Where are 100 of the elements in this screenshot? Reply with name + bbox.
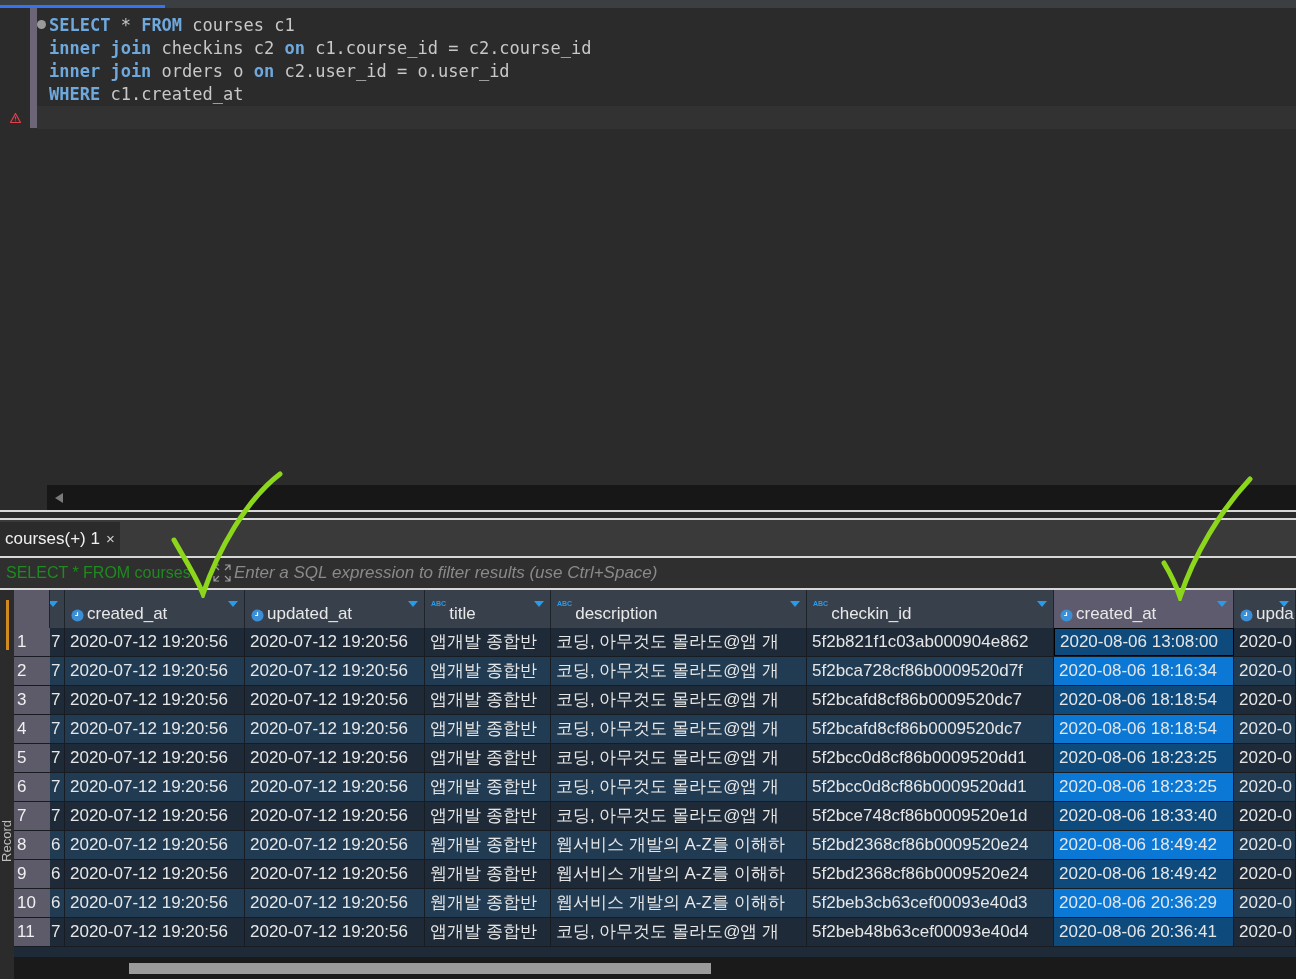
table-cell[interactable]: 6 [50, 889, 65, 917]
table-cell[interactable]: 2020-0 [1234, 657, 1296, 685]
fold-icon[interactable] [37, 20, 46, 29]
table-cell[interactable]: 2020-07-12 19:20:56 [245, 628, 425, 656]
column-header[interactable]: upda [1234, 590, 1296, 628]
column-header[interactable]: updated_at [245, 590, 425, 628]
dropdown-caret-icon[interactable] [408, 601, 418, 607]
dropdown-caret-icon[interactable] [534, 601, 544, 607]
table-cell[interactable]: 6 [50, 860, 65, 888]
table-cell[interactable]: 2020-07-12 19:20:56 [245, 802, 425, 830]
table-cell[interactable]: 2020-07-12 19:20:56 [65, 831, 245, 859]
table-cell[interactable]: 앱개발 종합반 [425, 686, 551, 714]
table-cell[interactable]: 2020-08-06 18:23:25 [1054, 744, 1234, 772]
table-cell[interactable]: 코딩, 아무것도 몰라도@앱 개 [551, 918, 807, 946]
table-cell[interactable]: 앱개발 종합반 [425, 628, 551, 656]
close-icon[interactable]: × [105, 527, 115, 551]
table-cell[interactable]: 6 [50, 831, 65, 859]
table-cell[interactable]: 웹서비스 개발의 A-Z를 이해하 [551, 860, 807, 888]
table-cell[interactable]: 7 [50, 918, 65, 946]
table-cell[interactable]: 2020-08-06 18:18:54 [1054, 715, 1234, 743]
result-tab[interactable]: courses(+) 1 × [0, 522, 120, 556]
corner-header[interactable] [14, 590, 50, 628]
table-cell[interactable]: 앱개발 종합반 [425, 802, 551, 830]
panel-splitter[interactable] [0, 510, 1296, 520]
row-number[interactable]: 10 [14, 889, 50, 917]
side-label[interactable]: Record [0, 820, 14, 862]
table-cell[interactable]: 2020-08-06 18:49:42 [1054, 831, 1234, 859]
table-cell[interactable]: 코딩, 아무것도 몰라도@앱 개 [551, 744, 807, 772]
row-number[interactable]: 8 [14, 831, 50, 859]
row-number[interactable]: 1 [14, 628, 50, 656]
row-number[interactable]: 2 [14, 657, 50, 685]
horizontal-scrollbar[interactable] [47, 485, 1296, 510]
dropdown-caret-icon[interactable] [790, 601, 800, 607]
table-cell[interactable]: 2020-07-12 19:20:56 [245, 889, 425, 917]
row-number[interactable]: 5 [14, 744, 50, 772]
scroll-left-icon[interactable] [55, 492, 63, 503]
table-cell[interactable]: 2020-0 [1234, 715, 1296, 743]
table-cell[interactable]: 웹개발 종합반 [425, 831, 551, 859]
dropdown-caret-icon[interactable] [1037, 601, 1047, 607]
table-cell[interactable]: 2020-0 [1234, 744, 1296, 772]
table-cell[interactable]: 7 [50, 657, 65, 685]
table-cell[interactable]: 7 [50, 802, 65, 830]
table-cell[interactable]: 코딩, 아무것도 몰라도@앱 개 [551, 657, 807, 685]
table-cell[interactable]: 2020-0 [1234, 918, 1296, 946]
table-cell[interactable]: 2020-07-12 19:20:56 [245, 715, 425, 743]
table-cell[interactable]: 앱개발 종합반 [425, 744, 551, 772]
table-cell[interactable]: 웹서비스 개발의 A-Z를 이해하 [551, 889, 807, 917]
table-cell[interactable]: 7 [50, 773, 65, 801]
row-number[interactable]: 3 [14, 686, 50, 714]
table-cell[interactable]: 2020-0 [1234, 860, 1296, 888]
table-cell[interactable]: 코딩, 아무것도 몰라도@앱 개 [551, 715, 807, 743]
table-cell[interactable]: 2020-08-06 13:08:00 [1054, 628, 1234, 656]
table-cell[interactable]: 2020-07-12 19:20:56 [65, 802, 245, 830]
table-cell[interactable]: 2020-08-06 20:36:41 [1054, 918, 1234, 946]
table-cell[interactable]: 2020-0 [1234, 831, 1296, 859]
table-cell[interactable]: 2020-07-12 19:20:56 [65, 686, 245, 714]
table-cell[interactable]: 2020-0 [1234, 889, 1296, 917]
scrollbar-thumb[interactable] [129, 963, 711, 974]
table-cell[interactable]: 2020-07-12 19:20:56 [245, 831, 425, 859]
dropdown-caret-icon[interactable] [228, 601, 238, 607]
table-cell[interactable]: 코딩, 아무것도 몰라도@앱 개 [551, 773, 807, 801]
table-cell[interactable]: 2020-0 [1234, 686, 1296, 714]
row-number[interactable]: 6 [14, 773, 50, 801]
table-cell[interactable]: 2020-0 [1234, 773, 1296, 801]
table-cell[interactable]: 코딩, 아무것도 몰라도@앱 개 [551, 686, 807, 714]
table-cell[interactable]: 코딩, 아무것도 몰라도@앱 개 [551, 628, 807, 656]
table-cell[interactable]: 2020-07-12 19:20:56 [65, 628, 245, 656]
table-cell[interactable]: 2020-07-12 19:20:56 [245, 773, 425, 801]
table-cell[interactable]: 2020-08-06 18:33:40 [1054, 802, 1234, 830]
table-cell[interactable]: 앱개발 종합반 [425, 715, 551, 743]
table-cell[interactable]: 2020-08-06 20:36:29 [1054, 889, 1234, 917]
row-number[interactable]: 7 [14, 802, 50, 830]
table-cell[interactable]: 2020-0 [1234, 802, 1296, 830]
table-cell[interactable]: 2020-07-12 19:20:56 [65, 918, 245, 946]
table-cell[interactable]: 2020-07-12 19:20:56 [65, 715, 245, 743]
table-cell[interactable]: 2020-07-12 19:20:56 [245, 657, 425, 685]
row-number[interactable]: 9 [14, 860, 50, 888]
table-cell[interactable]: 7 [50, 715, 65, 743]
row-number[interactable]: 11 [14, 918, 50, 946]
table-cell[interactable]: 코딩, 아무것도 몰라도@앱 개 [551, 802, 807, 830]
table-cell[interactable]: 웹개발 종합반 [425, 860, 551, 888]
table-cell[interactable]: 웹서비스 개발의 A-Z를 이해하 [551, 831, 807, 859]
table-cell[interactable]: 웹개발 종합반 [425, 889, 551, 917]
table-cell[interactable]: 7 [50, 628, 65, 656]
table-cell[interactable]: 앱개발 종합반 [425, 918, 551, 946]
table-cell[interactable]: 2020-0 [1234, 628, 1296, 656]
row-number[interactable]: 4 [14, 715, 50, 743]
table-cell[interactable]: 앱개발 종합반 [425, 773, 551, 801]
expand-icon[interactable] [213, 564, 231, 582]
dropdown-caret-icon[interactable] [1217, 601, 1227, 607]
table-cell[interactable]: 2020-07-12 19:20:56 [65, 889, 245, 917]
table-cell[interactable]: 앱개발 종합반 [425, 657, 551, 685]
dropdown-caret-icon[interactable] [50, 601, 58, 607]
table-cell[interactable]: 2020-07-12 19:20:56 [65, 773, 245, 801]
table-cell[interactable]: 2020-07-12 19:20:56 [65, 744, 245, 772]
table-cell[interactable]: 2020-07-12 19:20:56 [245, 860, 425, 888]
dropdown-caret-icon[interactable] [1279, 601, 1289, 607]
table-cell[interactable]: 2020-08-06 18:18:54 [1054, 686, 1234, 714]
table-cell[interactable]: 2020-07-12 19:20:56 [65, 860, 245, 888]
column-header[interactable]: created_at [1054, 590, 1234, 628]
